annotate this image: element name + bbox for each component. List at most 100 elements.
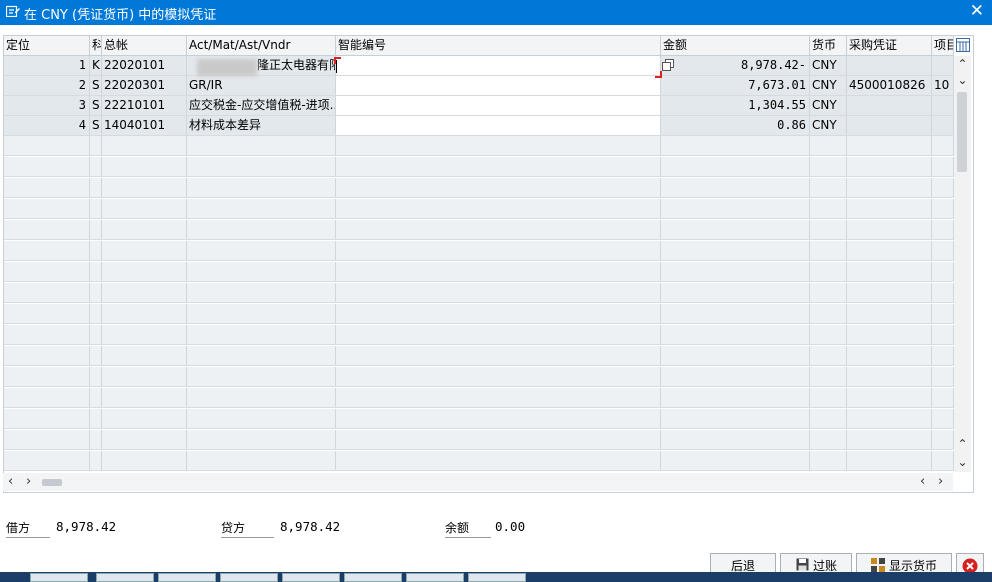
empty-cell <box>4 430 90 449</box>
col-header-position[interactable]: 定位 <box>4 36 90 55</box>
taskbar-item[interactable] <box>220 573 278 582</box>
col-header-smart-number[interactable]: 智能编号 <box>336 36 661 55</box>
empty-cell <box>661 304 810 323</box>
empty-cell <box>187 178 336 197</box>
redacted-text <box>197 59 257 76</box>
cell-smart-number[interactable] <box>336 76 661 95</box>
close-icon[interactable]: ✕ <box>970 1 984 21</box>
empty-cell <box>90 178 102 197</box>
horizontal-scroll-thumb[interactable] <box>42 479 62 486</box>
empty-cell <box>90 262 102 281</box>
empty-row <box>4 304 954 324</box>
empty-cell <box>847 388 932 407</box>
col-header-type[interactable]: 科 <box>90 36 102 55</box>
table-row[interactable]: 2 S 22020301 GR/IR 7,673.01 CNY 45000108… <box>4 76 954 96</box>
empty-cell <box>932 241 954 260</box>
scroll-down-bottom-icon[interactable]: ⌄ <box>954 454 971 470</box>
cell-type: K <box>90 56 102 75</box>
col-header-gl-account[interactable]: 总帐 <box>102 36 187 55</box>
empty-cell <box>187 346 336 365</box>
cell-currency: CNY <box>810 56 847 75</box>
empty-cell <box>661 409 810 428</box>
empty-cell <box>90 157 102 176</box>
taskbar-item[interactable] <box>282 573 340 582</box>
col-header-currency[interactable]: 货币 <box>810 36 847 55</box>
cell-amount: 7,673.01 <box>661 76 810 95</box>
taskbar-item[interactable] <box>96 573 154 582</box>
scroll-left-end-icon[interactable]: ‹ <box>920 474 925 489</box>
empty-row <box>4 157 954 177</box>
empty-cell <box>187 451 336 470</box>
horizontal-scrollbar[interactable]: ‹ › ‹ › <box>3 473 953 491</box>
empty-cell <box>661 241 810 260</box>
empty-cell <box>90 220 102 239</box>
scroll-up-bottom-icon[interactable]: ⌃ <box>954 436 971 452</box>
empty-cell <box>4 325 90 344</box>
table-row[interactable]: 3 S 22210101 应交税金-应交增值税-进项... 1,304.55 C… <box>4 96 954 116</box>
col-header-description[interactable]: Act/Mat/Ast/Vndr <box>187 36 336 55</box>
cell-purchase-doc: 4500010826 <box>847 76 932 95</box>
text-cursor <box>336 60 337 73</box>
empty-cell <box>4 262 90 281</box>
empty-cell <box>336 220 661 239</box>
vertical-scroll-thumb[interactable] <box>957 92 967 172</box>
empty-cell <box>102 178 187 197</box>
cell-smart-number[interactable] <box>336 116 661 135</box>
empty-cell <box>810 157 847 176</box>
cell-amount: 8,978.42- <box>661 56 810 75</box>
empty-cell <box>102 199 187 218</box>
empty-cell <box>661 178 810 197</box>
empty-cell <box>932 367 954 386</box>
empty-cell <box>932 283 954 302</box>
empty-cell <box>810 241 847 260</box>
scroll-right-end-icon[interactable]: › <box>938 474 943 489</box>
col-header-purchase-doc[interactable]: 采购凭证 <box>847 36 932 55</box>
empty-cell <box>187 241 336 260</box>
col-header-amount[interactable]: 金额 <box>661 36 810 55</box>
cell-type: S <box>90 116 102 135</box>
empty-cell <box>4 136 90 155</box>
empty-cell <box>336 409 661 428</box>
empty-row <box>4 199 954 219</box>
taskbar-item[interactable] <box>406 573 464 582</box>
cell-smart-number[interactable] <box>336 96 661 115</box>
empty-cell <box>847 262 932 281</box>
scroll-right-icon[interactable]: › <box>26 474 31 489</box>
taskbar-item[interactable] <box>344 573 402 582</box>
scroll-down-icon[interactable]: ⌄ <box>954 72 971 88</box>
cell-gl-account: 22020301 <box>102 76 187 95</box>
vertical-scrollbar[interactable]: ⌃ ⌄ ⌃ ⌄ <box>954 56 971 472</box>
taskbar-item[interactable] <box>468 573 526 582</box>
empty-cell <box>4 199 90 218</box>
post-button-label: 过账 <box>813 559 838 573</box>
cell-amount: 0.86 <box>661 116 810 135</box>
empty-cell <box>847 304 932 323</box>
empty-cell <box>90 367 102 386</box>
empty-cell <box>847 451 932 470</box>
taskbar-item[interactable] <box>158 573 216 582</box>
table-config-icon[interactable] <box>956 38 970 52</box>
cell-position: 3 <box>4 96 90 115</box>
scroll-left-icon[interactable]: ‹ <box>8 474 13 489</box>
copy-icon[interactable] <box>662 59 674 71</box>
credit-label: 贷方 <box>221 519 274 538</box>
empty-cell <box>4 241 90 260</box>
empty-cell <box>102 304 187 323</box>
empty-cell <box>810 325 847 344</box>
cell-purchase-doc <box>847 56 932 75</box>
empty-cell <box>187 157 336 176</box>
col-header-item[interactable]: 项目 <box>932 36 954 55</box>
empty-cell <box>661 220 810 239</box>
scroll-up-icon[interactable]: ⌃ <box>954 56 971 72</box>
empty-cell <box>661 136 810 155</box>
empty-cell <box>810 367 847 386</box>
empty-row <box>4 262 954 282</box>
empty-cell <box>336 367 661 386</box>
taskbar-item[interactable] <box>30 573 88 582</box>
cell-item: 10 <box>932 76 954 95</box>
empty-cell <box>847 178 932 197</box>
empty-cell <box>810 199 847 218</box>
empty-cell <box>4 367 90 386</box>
empty-cell <box>187 409 336 428</box>
table-row[interactable]: 4 S 14040101 材料成本差异 0.86 CNY <box>4 116 954 136</box>
